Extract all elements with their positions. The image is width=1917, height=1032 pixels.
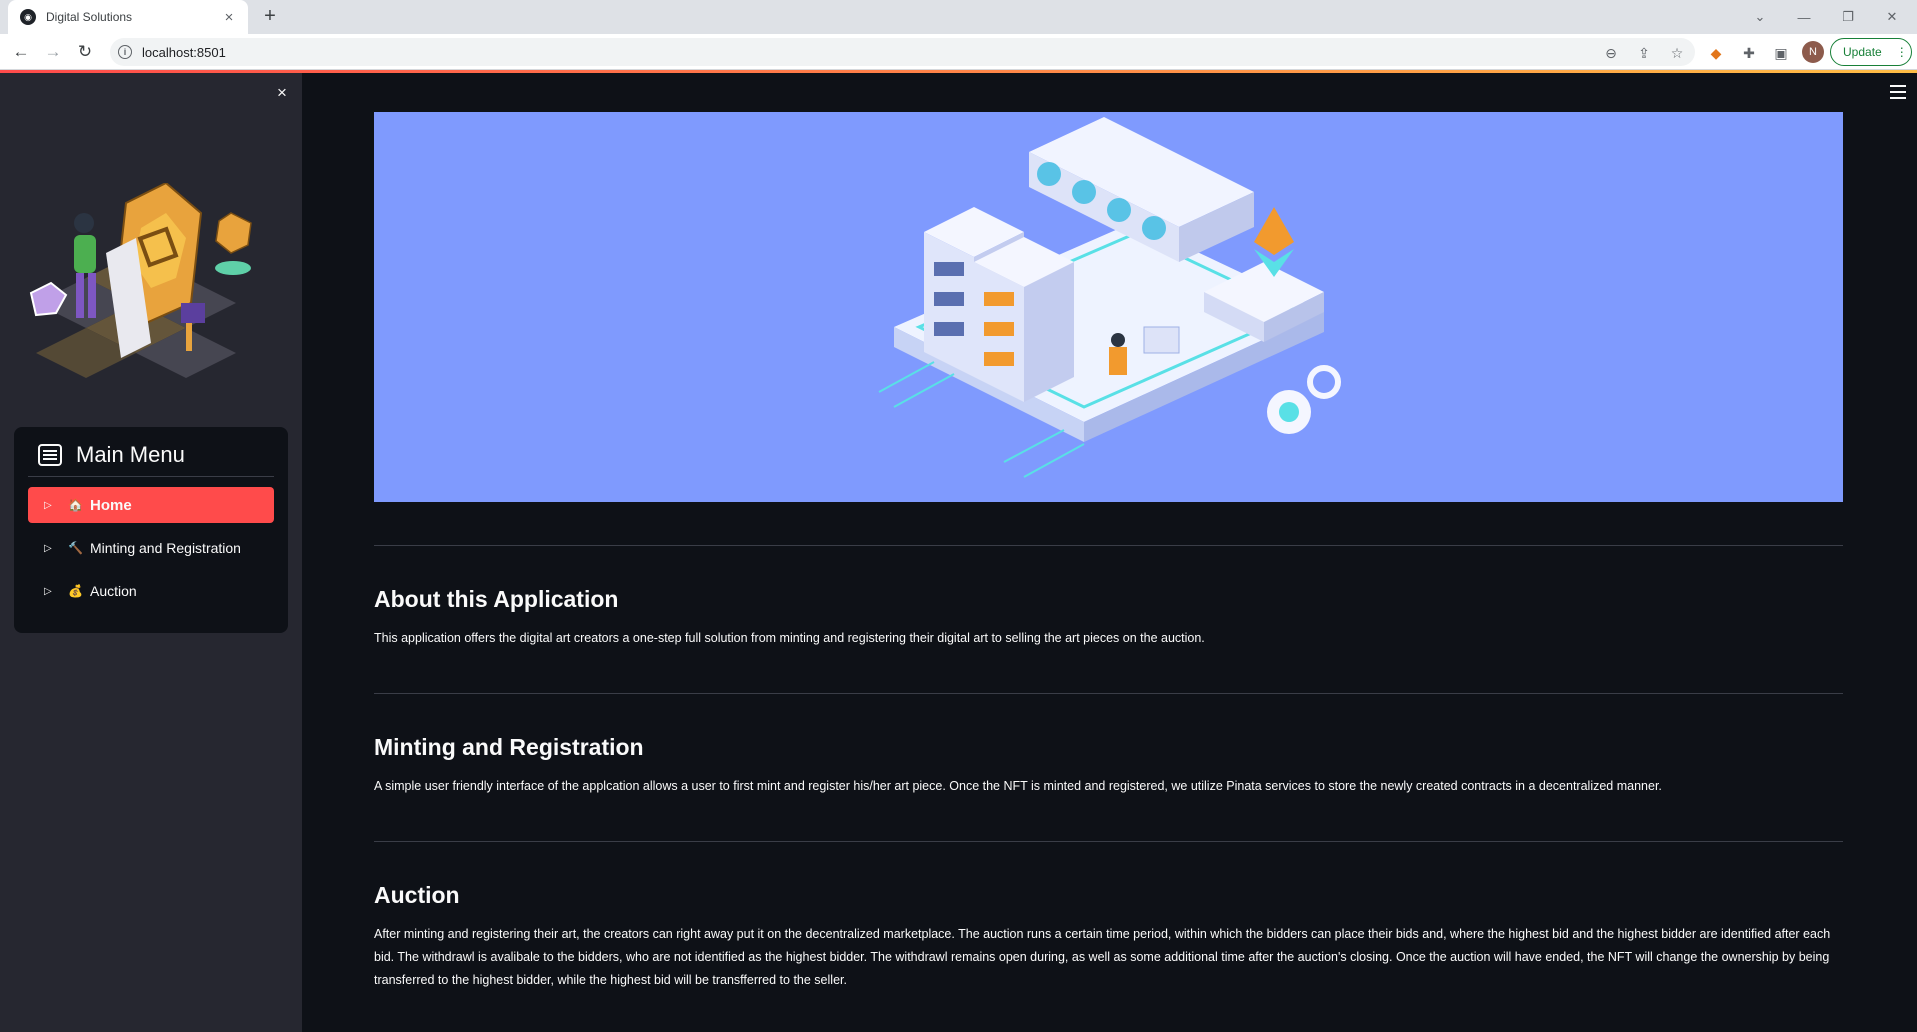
main-content: About this Application This application … — [374, 112, 1843, 992]
menu-item-home[interactable]: ▷ 🏠 Home — [28, 487, 274, 523]
blockchain-isometric-illustration — [878, 117, 1341, 478]
divider — [374, 693, 1843, 694]
profile-avatar[interactable]: N — [1802, 41, 1824, 63]
metamask-fox-icon[interactable]: ◆ — [1706, 43, 1726, 63]
play-arrow-icon: ▷ — [44, 542, 52, 554]
new-tab-button[interactable]: + — [258, 5, 282, 29]
update-button[interactable]: Update ⋮ — [1830, 38, 1912, 66]
hero-banner-image — [374, 112, 1843, 502]
main-menu-title: Main Menu — [76, 441, 185, 467]
divider — [374, 841, 1843, 842]
tab-search-icon[interactable]: ⌄ — [1738, 0, 1782, 34]
main-menu: Main Menu ▷ 🏠 Home ▷ 🔨 Minting and Regis… — [14, 427, 288, 633]
streamlit-favicon-icon: ◉ — [20, 9, 36, 25]
app-menu-hamburger-icon[interactable] — [1890, 85, 1906, 99]
more-menu-icon: ⋮ — [1895, 45, 1908, 59]
sidebar-close-icon[interactable]: × — [272, 83, 292, 103]
side-panel-icon[interactable]: ▣ — [1771, 43, 1791, 63]
section-body-minting: A simple user friendly interface of the … — [374, 779, 1662, 793]
back-icon[interactable]: ← — [9, 40, 33, 64]
reload-icon[interactable]: ↻ — [73, 40, 97, 64]
forward-icon[interactable]: → — [41, 40, 65, 64]
browser-tabbar: ◉ Digital Solutions × + ⌄ — ❐ ✕ — [0, 0, 1917, 34]
window-close-icon[interactable]: ✕ — [1870, 0, 1914, 34]
extensions-puzzle-icon[interactable]: ✚ — [1739, 43, 1759, 63]
tab-close-icon[interactable]: × — [220, 9, 238, 26]
menu-list-icon — [38, 443, 62, 466]
bookmark-star-icon[interactable]: ☆ — [1667, 43, 1687, 63]
divider — [374, 545, 1843, 546]
menu-item-label: Auction — [90, 583, 137, 599]
sidebar: × Main Menu ▷ 🏠 Home ▷ 🔨 Minting and Reg… — [0, 73, 302, 1032]
url-text: localhost:8501 — [142, 44, 226, 60]
section-body-auction: After minting and registering their art,… — [374, 927, 1831, 987]
site-info-icon[interactable]: i — [118, 45, 132, 59]
zoom-icon[interactable]: ⊖ — [1601, 43, 1621, 63]
section-title-about: About this Application — [374, 586, 619, 612]
hammer-icon: 🔨 — [68, 541, 83, 555]
section-title-auction: Auction — [374, 882, 460, 908]
section-title-minting: Minting and Registration — [374, 734, 644, 760]
menu-item-auction[interactable]: ▷ 💰 Auction — [28, 573, 274, 609]
menu-item-label: Home — [90, 496, 132, 514]
menu-item-label: Minting and Registration — [90, 540, 241, 556]
play-arrow-icon: ▷ — [44, 585, 52, 597]
address-bar[interactable]: i localhost:8501 — [110, 38, 1695, 66]
minimize-icon[interactable]: — — [1782, 0, 1826, 34]
menu-item-minting-and-registration[interactable]: ▷ 🔨 Minting and Registration — [28, 530, 274, 566]
main-menu-header: Main Menu — [28, 441, 274, 477]
share-icon[interactable]: ⇪ — [1634, 43, 1654, 63]
section-body-about: This application offers the digital art … — [374, 631, 1205, 645]
money-bag-icon: 💰 — [68, 584, 83, 598]
restore-icon[interactable]: ❐ — [1826, 0, 1870, 34]
play-arrow-icon: ▷ — [44, 499, 52, 511]
sidebar-nft-illustration — [29, 183, 252, 378]
browser-toolbar: ← → ↻ i localhost:8501 ⊖ ⇪ ☆ ◆ ✚ ▣ — [0, 34, 1917, 70]
update-label: Update — [1843, 45, 1882, 59]
house-icon: 🏠 — [68, 498, 83, 512]
tab-title: Digital Solutions — [46, 10, 133, 24]
browser-tab[interactable]: ◉ Digital Solutions × — [8, 0, 248, 34]
